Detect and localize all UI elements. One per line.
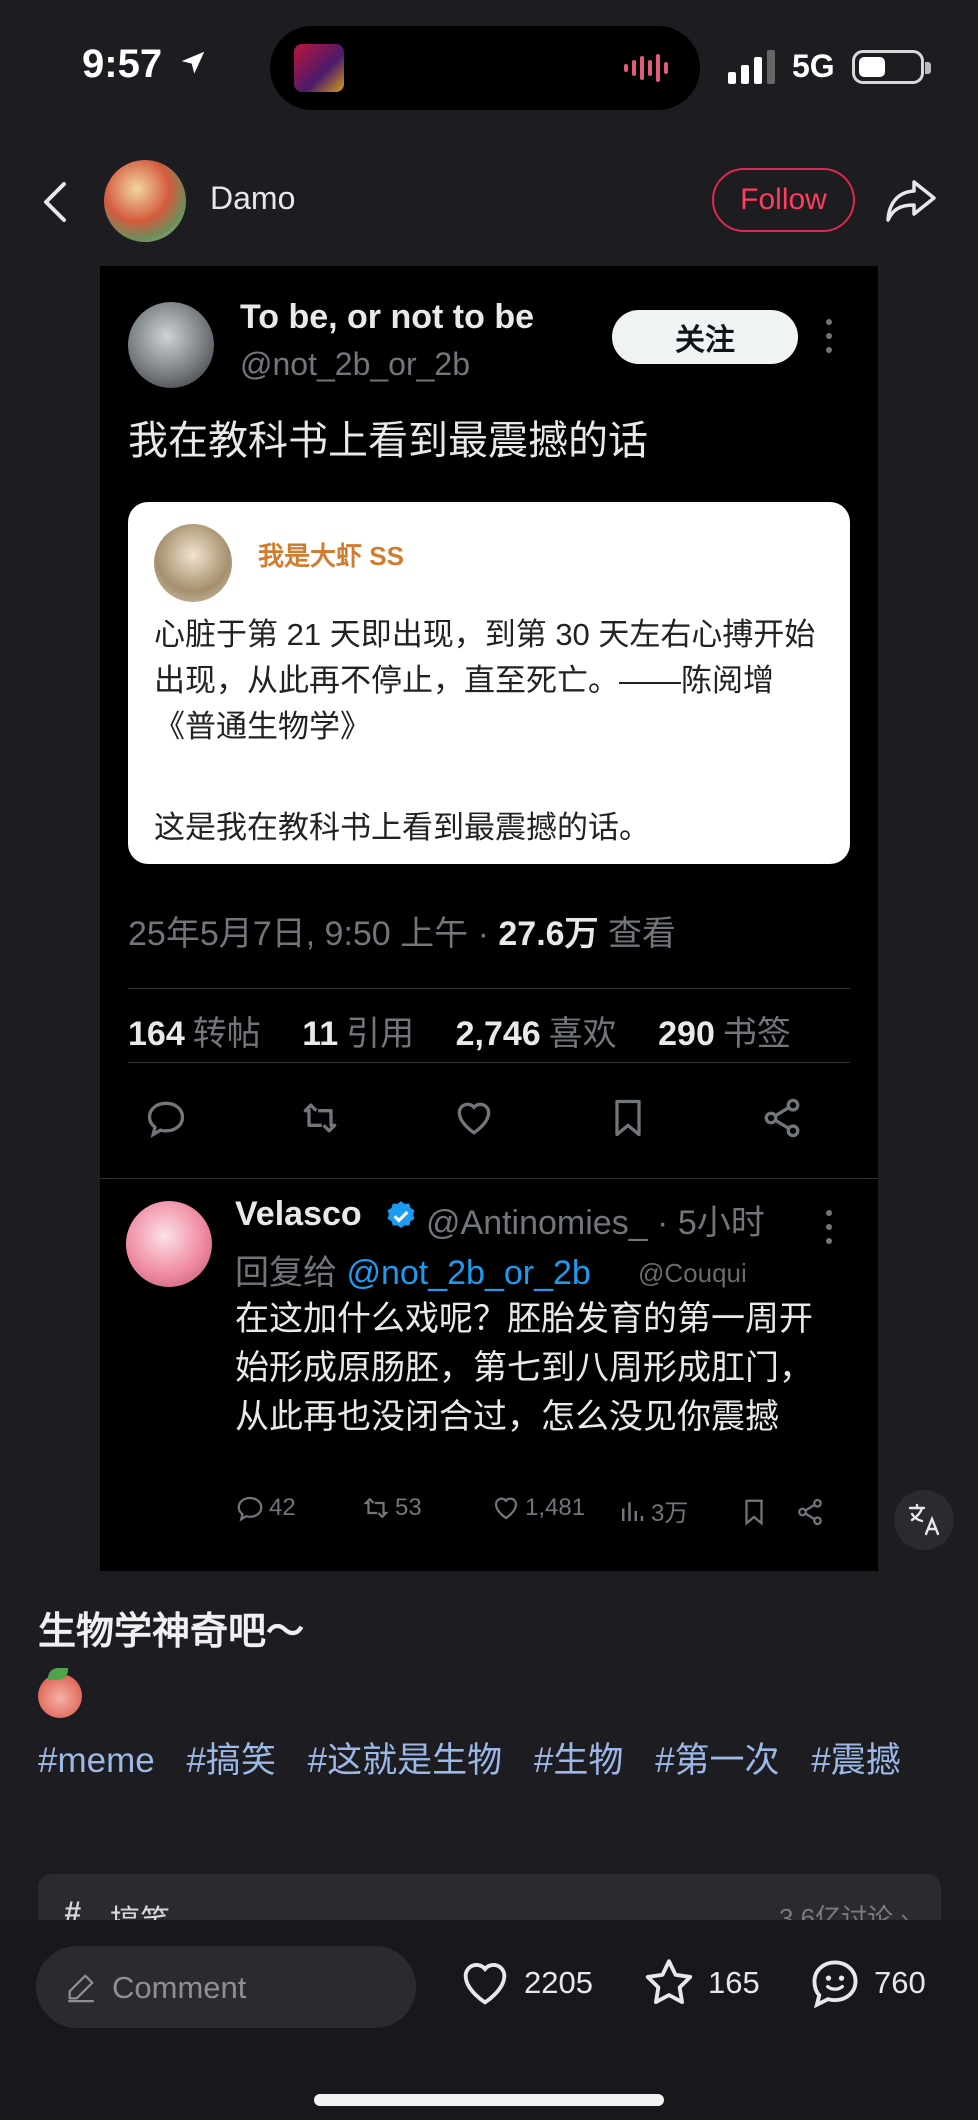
reply-retweets: 53 bbox=[361, 1493, 422, 1523]
comment-input[interactable]: Comment bbox=[36, 1946, 416, 2028]
reply-handle-time: @Antinomies_ · 5小时 bbox=[426, 1204, 765, 1242]
reply-to-prefix: 回复给 bbox=[235, 1254, 347, 1292]
like-icon bbox=[494, 1497, 518, 1520]
quoted-body-text: 心脏于第 21 天即出现，到第 30 天左右心搏开始出现，从此再不停止，直至死亡… bbox=[154, 617, 816, 744]
reply-action-bar: 42 53 1,481 3万 bbox=[235, 1493, 855, 1533]
tweet-action-bar bbox=[128, 1066, 850, 1172]
tweet-stats: 164 转帖 11 引用 2,746 喜欢 290 书签 bbox=[128, 1006, 823, 1055]
hashtag-link[interactable]: #生物 bbox=[534, 1741, 623, 1780]
heart-icon bbox=[463, 1963, 507, 2005]
tweet-follow-button: 关注 bbox=[612, 310, 798, 364]
reply-tweet: Velasco @Antinomies_ · 5小时 回复给 @not_2b_o… bbox=[100, 1178, 878, 1571]
tweet-views-label: 查看 bbox=[608, 915, 677, 953]
hashtag-link[interactable]: #搞笑 bbox=[186, 1741, 275, 1780]
like-button[interactable]: 2205 bbox=[456, 1954, 593, 2012]
star-icon bbox=[645, 1959, 693, 2005]
more-vertical-icon bbox=[826, 1210, 832, 1244]
reply-views: 3万 bbox=[617, 1493, 688, 1528]
reply-likes-count: 1,481 bbox=[525, 1494, 586, 1521]
reply-avatar bbox=[126, 1201, 212, 1287]
views-icon bbox=[622, 1501, 644, 1521]
battery-icon bbox=[852, 50, 931, 84]
author-avatar[interactable] bbox=[104, 160, 186, 242]
divider bbox=[128, 1062, 850, 1063]
translate-icon bbox=[908, 1503, 940, 1536]
share-icon[interactable] bbox=[884, 176, 938, 224]
pencil-icon bbox=[68, 1974, 94, 2003]
post-header: Damo Follow bbox=[0, 150, 978, 250]
stat-label: 转帖 bbox=[192, 1015, 261, 1053]
now-playing-app-icon bbox=[294, 44, 344, 92]
peach-emoji-icon bbox=[38, 1674, 82, 1718]
tweet-meta: 25年5月7日, 9:50 上午 · 27.6万 查看 bbox=[128, 906, 676, 955]
retweet-icon bbox=[303, 1103, 337, 1133]
quoted-author-name: 我是大虾 SS bbox=[258, 541, 404, 571]
bookmark-icon bbox=[615, 1099, 641, 1137]
stat-value: 164 bbox=[128, 1015, 185, 1053]
bookmark-icon bbox=[745, 1499, 763, 1526]
quoted-footer-text: 这是我在教科书上看到最震撼的话。 bbox=[154, 810, 650, 845]
author-name[interactable]: Damo bbox=[210, 180, 295, 217]
stat-label: 引用 bbox=[346, 1015, 415, 1053]
bottom-action-bar: Comment 2205 165 760 bbox=[0, 1920, 978, 2120]
back-chevron-icon[interactable] bbox=[38, 180, 72, 224]
quoted-avatar bbox=[154, 524, 232, 602]
tweet-screenshot-image[interactable]: To be, or not to be @not_2b_or_2b 关注 我在教… bbox=[100, 266, 878, 1571]
reply-to-line: 回复给 @not_2b_or_2b bbox=[235, 1245, 591, 1294]
tweet-text: 我在教科书上看到最震撼的话 bbox=[128, 419, 648, 463]
tweet-author-handle: @not_2b_or_2b bbox=[240, 346, 470, 382]
comment-count: 760 bbox=[874, 1965, 926, 2000]
reply-author-name: Velasco bbox=[235, 1195, 362, 1233]
share-network-icon bbox=[798, 1498, 822, 1526]
divider bbox=[128, 988, 850, 989]
comments-button[interactable]: 760 bbox=[806, 1954, 926, 2012]
tweet-views-value: 27.6万 bbox=[498, 915, 599, 953]
favorite-button[interactable]: 165 bbox=[640, 1954, 760, 2012]
comment-bubble-icon bbox=[812, 1960, 858, 2009]
reply-icon bbox=[147, 1101, 185, 1138]
image-watermark: @Couqui bbox=[638, 1258, 747, 1288]
stat-value: 11 bbox=[302, 1015, 339, 1053]
reply-text: 在这加什么戏呢？胚胎发育的第一周开始形成原肠胚，第七到八周形成肛门，从此再也没闭… bbox=[235, 1300, 813, 1436]
location-arrow-icon bbox=[181, 51, 205, 74]
reply-icon bbox=[237, 1496, 263, 1522]
reply-likes: 1,481 bbox=[491, 1493, 585, 1523]
dynamic-island[interactable] bbox=[270, 26, 700, 110]
hashtag-link[interactable]: #第一次 bbox=[655, 1741, 779, 1780]
like-count: 2205 bbox=[524, 1965, 593, 2000]
favorite-count: 165 bbox=[708, 1965, 760, 2000]
hashtag-link[interactable]: #震撼 bbox=[811, 1741, 900, 1780]
reply-views-count: 3万 bbox=[651, 1500, 689, 1527]
reply-to-handle: @not_2b_or_2b bbox=[346, 1254, 591, 1292]
more-vertical-icon bbox=[826, 319, 832, 353]
hashtag-link[interactable]: #meme bbox=[38, 1741, 155, 1780]
follow-button[interactable]: Follow bbox=[712, 168, 855, 232]
hashtag-list: #meme #搞笑 #这就是生物 #生物 #第一次 #震撼 bbox=[38, 1732, 938, 1790]
tweet-timestamp: 25年5月7日, 9:50 上午 · bbox=[128, 915, 499, 953]
stat-value: 2,746 bbox=[455, 1015, 541, 1053]
quoted-card: 我是大虾 SS 心脏于第 21 天即出现，到第 30 天左右心搏开始出现，从此再… bbox=[128, 502, 850, 864]
status-bar: 9:57 5G bbox=[0, 0, 978, 130]
like-icon bbox=[457, 1102, 491, 1135]
share-network-icon bbox=[764, 1098, 800, 1138]
retweet-icon bbox=[363, 1497, 389, 1519]
network-label: 5G bbox=[792, 48, 835, 84]
stat-label: 书签 bbox=[722, 1015, 791, 1053]
status-time: 9:57 bbox=[82, 42, 163, 86]
translate-button[interactable] bbox=[894, 1490, 954, 1550]
home-indicator[interactable] bbox=[314, 2094, 664, 2106]
reply-replies-count: 42 bbox=[269, 1494, 296, 1521]
audio-wave-icon bbox=[624, 54, 668, 82]
post-title: 生物学神奇吧～ bbox=[38, 1611, 305, 1653]
stat-value: 290 bbox=[658, 1015, 715, 1053]
verified-badge-icon bbox=[387, 1201, 415, 1229]
comment-placeholder: Comment bbox=[112, 1970, 247, 2005]
reply-retweets-count: 53 bbox=[395, 1494, 422, 1521]
signal-icon bbox=[728, 50, 775, 84]
stat-label: 喜欢 bbox=[548, 1015, 617, 1053]
hashtag-link[interactable]: #这就是生物 bbox=[308, 1741, 502, 1780]
tweet-author-name: To be, or not to be bbox=[240, 298, 534, 336]
tweet-avatar bbox=[128, 302, 214, 388]
reply-replies: 42 bbox=[235, 1493, 296, 1523]
